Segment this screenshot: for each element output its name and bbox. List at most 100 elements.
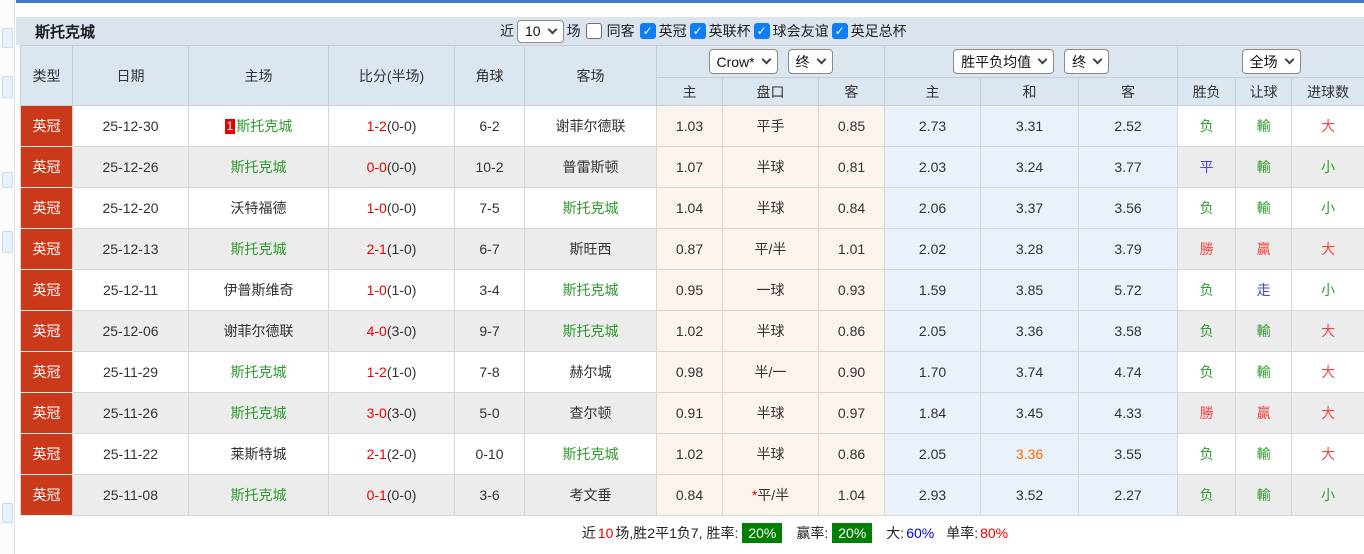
chevron-down-icon	[1037, 54, 1048, 65]
left-sidebar-strip	[0, 0, 15, 554]
away-team-name: 斯托克城	[562, 446, 619, 462]
sidebar-thumbnail	[2, 231, 13, 253]
home-team-cell: 斯托克城	[188, 474, 329, 516]
summary-bar: 近 10 场,胜2平1负7, 胜率: 20% 赢率: 20% 大: 60% 单率: 80…	[16, 516, 1364, 550]
col-header-home: 主场	[188, 45, 329, 106]
handicap-result-cell: 贏	[1235, 392, 1293, 434]
away-team-name: 普雷斯顿	[562, 159, 619, 175]
odds-home-cell: 0.91	[656, 392, 723, 434]
away-team-cell: 斯旺西	[524, 228, 657, 270]
avg-select-value: 胜平负均值	[961, 53, 1032, 70]
handicap-result-cell: 輸	[1235, 105, 1293, 147]
result-cell: 负	[1177, 351, 1237, 393]
avg-draw-cell: 3.36	[980, 310, 1080, 352]
halftime-score: (0-0)	[386, 159, 417, 175]
odds-away-cell: 1.01	[817, 228, 886, 270]
league-cell: 英冠	[20, 187, 73, 229]
league-cell: 英冠	[20, 474, 73, 516]
fulltime-score: 0-1	[366, 487, 387, 503]
competition-checkbox-championship[interactable]: ✓	[639, 23, 656, 39]
avg-draw-cell: 3.37	[980, 187, 1080, 229]
corner-cell: 6-7	[454, 228, 525, 270]
corner-cell: 10-2	[454, 146, 525, 188]
away-team-cell: 谢菲尔德联	[524, 105, 657, 147]
sub-header-odds-home: 主	[656, 77, 723, 106]
handicap-value: 半球	[756, 323, 785, 339]
away-team-cell: 查尔顿	[524, 392, 657, 434]
near-label: 近	[500, 23, 515, 39]
avg-home-cell: 2.93	[884, 474, 982, 516]
avg-time-select-value: 终	[1071, 53, 1086, 70]
home-team-cell: 伊普斯维奇	[188, 269, 329, 311]
match-row: 英冠 25-12-11 伊普斯维奇 1-0(1-0) 3-4 斯托克城 0.95 一球 0.93…	[20, 269, 1364, 311]
sub-header-goals: 进球数	[1291, 77, 1364, 106]
avg-draw-cell: 3.31	[980, 105, 1080, 147]
goals-cell: 小	[1291, 187, 1364, 229]
home-team-name: 伊普斯维奇	[223, 282, 294, 298]
handicap-value: 一球	[756, 282, 785, 298]
result-group-header: 全场	[1177, 45, 1364, 78]
goals-cell: 大	[1291, 228, 1364, 270]
score-cell: 2-1(1-0)	[328, 228, 455, 270]
competition-checkbox-fa-cup[interactable]: ✓	[831, 23, 848, 39]
avg-draw-cell: 3.74	[980, 351, 1080, 393]
result-cell: 负	[1177, 269, 1237, 311]
avg-time-select[interactable]: 终	[1063, 49, 1109, 74]
odds-away-cell: 1.04	[817, 474, 886, 516]
fulltime-score: 2-1	[366, 446, 387, 462]
sub-header-odds-away: 客	[817, 77, 886, 106]
sub-header-handicap: 盘口	[722, 77, 819, 106]
date-cell: 25-11-08	[72, 474, 189, 516]
odds-time-select[interactable]: 终	[787, 49, 833, 74]
match-row: 英冠 25-12-06 谢菲尔德联 4-0(3-0) 9-7 斯托克城 1.02 半球 0.86…	[20, 310, 1364, 352]
big-rate: 60%	[906, 525, 935, 541]
odds-home-cell: 0.84	[656, 474, 723, 516]
match-row: 英冠 25-11-08 斯托克城 0-1(0-0) 3-6 考文垂 0.84 *平/半 1.04…	[20, 474, 1364, 516]
odds-away-cell: 0.86	[817, 310, 886, 352]
corner-cell: 5-0	[454, 392, 525, 434]
scope-select[interactable]: 全场	[1241, 49, 1301, 74]
avg-home-cell: 1.70	[884, 351, 982, 393]
rank-badge: 1	[224, 119, 236, 134]
away-team-name: 查尔顿	[569, 405, 612, 421]
league-cell: 英冠	[20, 269, 73, 311]
recent-count-select[interactable]: 10	[517, 19, 564, 43]
corner-cell: 0-10	[454, 433, 525, 475]
handicap-result-cell: 輸	[1235, 146, 1293, 188]
sidebar-thumbnail	[2, 28, 13, 48]
corner-cell: 3-6	[454, 474, 525, 516]
competition-checkbox-efl-cup[interactable]: ✓	[689, 23, 706, 39]
handicap-value: 半/一	[754, 364, 787, 380]
home-team-cell: 斯托克城	[188, 392, 329, 434]
bookmaker-select[interactable]: Crow*	[708, 49, 778, 74]
avg-home-cell: 1.84	[884, 392, 982, 434]
competition-label: 英联杯	[708, 23, 751, 39]
goals-cell: 小	[1291, 474, 1364, 516]
chevron-down-icon	[1092, 54, 1103, 65]
match-row: 英冠 25-12-30 1 斯托克城 1-2(0-0) 6-2 谢菲尔德联 1.03 平手 0.8…	[20, 105, 1364, 147]
date-cell: 25-11-26	[72, 392, 189, 434]
avg-away-cell: 3.79	[1078, 228, 1179, 270]
match-history-table: 类型 日期 主场 比分(半场) 角球 客场 Crow* 终 胜平负均值 终 全场	[20, 45, 1364, 516]
avg-home-cell: 2.05	[884, 433, 982, 475]
avg-home-cell: 2.02	[884, 228, 982, 270]
corner-cell: 3-4	[454, 269, 525, 311]
competition-checkbox-club-friendly[interactable]: ✓	[753, 23, 770, 39]
halftime-score: (3-0)	[386, 405, 417, 421]
competition-label: 英足总杯	[850, 23, 907, 39]
goals-cell: 大	[1291, 105, 1364, 147]
chevron-down-icon	[547, 24, 558, 34]
result-cell: 负	[1177, 474, 1237, 516]
same-away-checkbox[interactable]	[585, 23, 602, 39]
avg-select[interactable]: 胜平负均值	[953, 49, 1055, 74]
home-team-name: 斯托克城	[230, 405, 287, 421]
handicap-win-label: 赢率:	[796, 525, 829, 541]
home-team-name: 谢菲尔德联	[223, 323, 294, 339]
chevron-down-icon	[816, 54, 826, 65]
odds-group-header: Crow* 终	[655, 45, 886, 78]
home-team-name: 斯托克城	[230, 159, 287, 175]
league-cell: 英冠	[20, 433, 73, 475]
odds-home-cell: 1.03	[656, 105, 723, 147]
handicap-result-cell: 輸	[1235, 474, 1293, 516]
away-team-name: 谢菲尔德联	[555, 118, 626, 134]
